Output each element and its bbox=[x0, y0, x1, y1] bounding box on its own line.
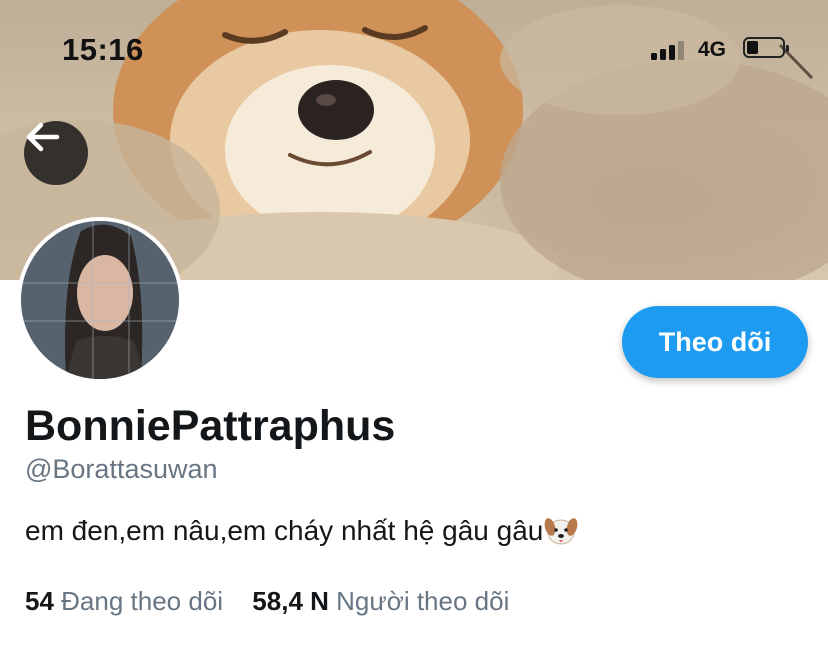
followers-count: 58,4 N bbox=[252, 586, 329, 616]
followers-stat[interactable]: 58,4 N Người theo dõi bbox=[252, 586, 509, 617]
avatar[interactable] bbox=[17, 217, 183, 383]
following-count: 54 bbox=[25, 586, 54, 616]
user-handle: @Borattasuwan bbox=[25, 454, 218, 484]
bio-text: em đen,em nâu,em cháy nhất hệ gâu gâu bbox=[25, 515, 544, 546]
status-bar: 15:16 4G bbox=[0, 0, 828, 100]
arrow-left-icon bbox=[26, 122, 60, 152]
dog-face-icon bbox=[544, 515, 578, 547]
following-stat[interactable]: 54 Đang theo dõi bbox=[25, 586, 223, 617]
display-name: BonniePattraphus bbox=[25, 402, 396, 450]
followers-label: Người theo dõi bbox=[336, 586, 510, 616]
following-label: Đang theo dõi bbox=[61, 586, 224, 616]
avatar-photo bbox=[21, 221, 179, 379]
profile-stats: 54 Đang theo dõi 58,4 N Người theo dõi bbox=[25, 586, 509, 617]
battery-icon bbox=[743, 37, 789, 58]
bio: em đen,em nâu,em cháy nhất hệ gâu gâu bbox=[25, 515, 578, 547]
back-button[interactable] bbox=[24, 121, 88, 185]
status-time: 15:16 bbox=[62, 32, 144, 67]
signal-icon bbox=[651, 40, 685, 60]
follow-button[interactable]: Theo dõi bbox=[622, 306, 808, 378]
network-type: 4G bbox=[698, 38, 727, 61]
